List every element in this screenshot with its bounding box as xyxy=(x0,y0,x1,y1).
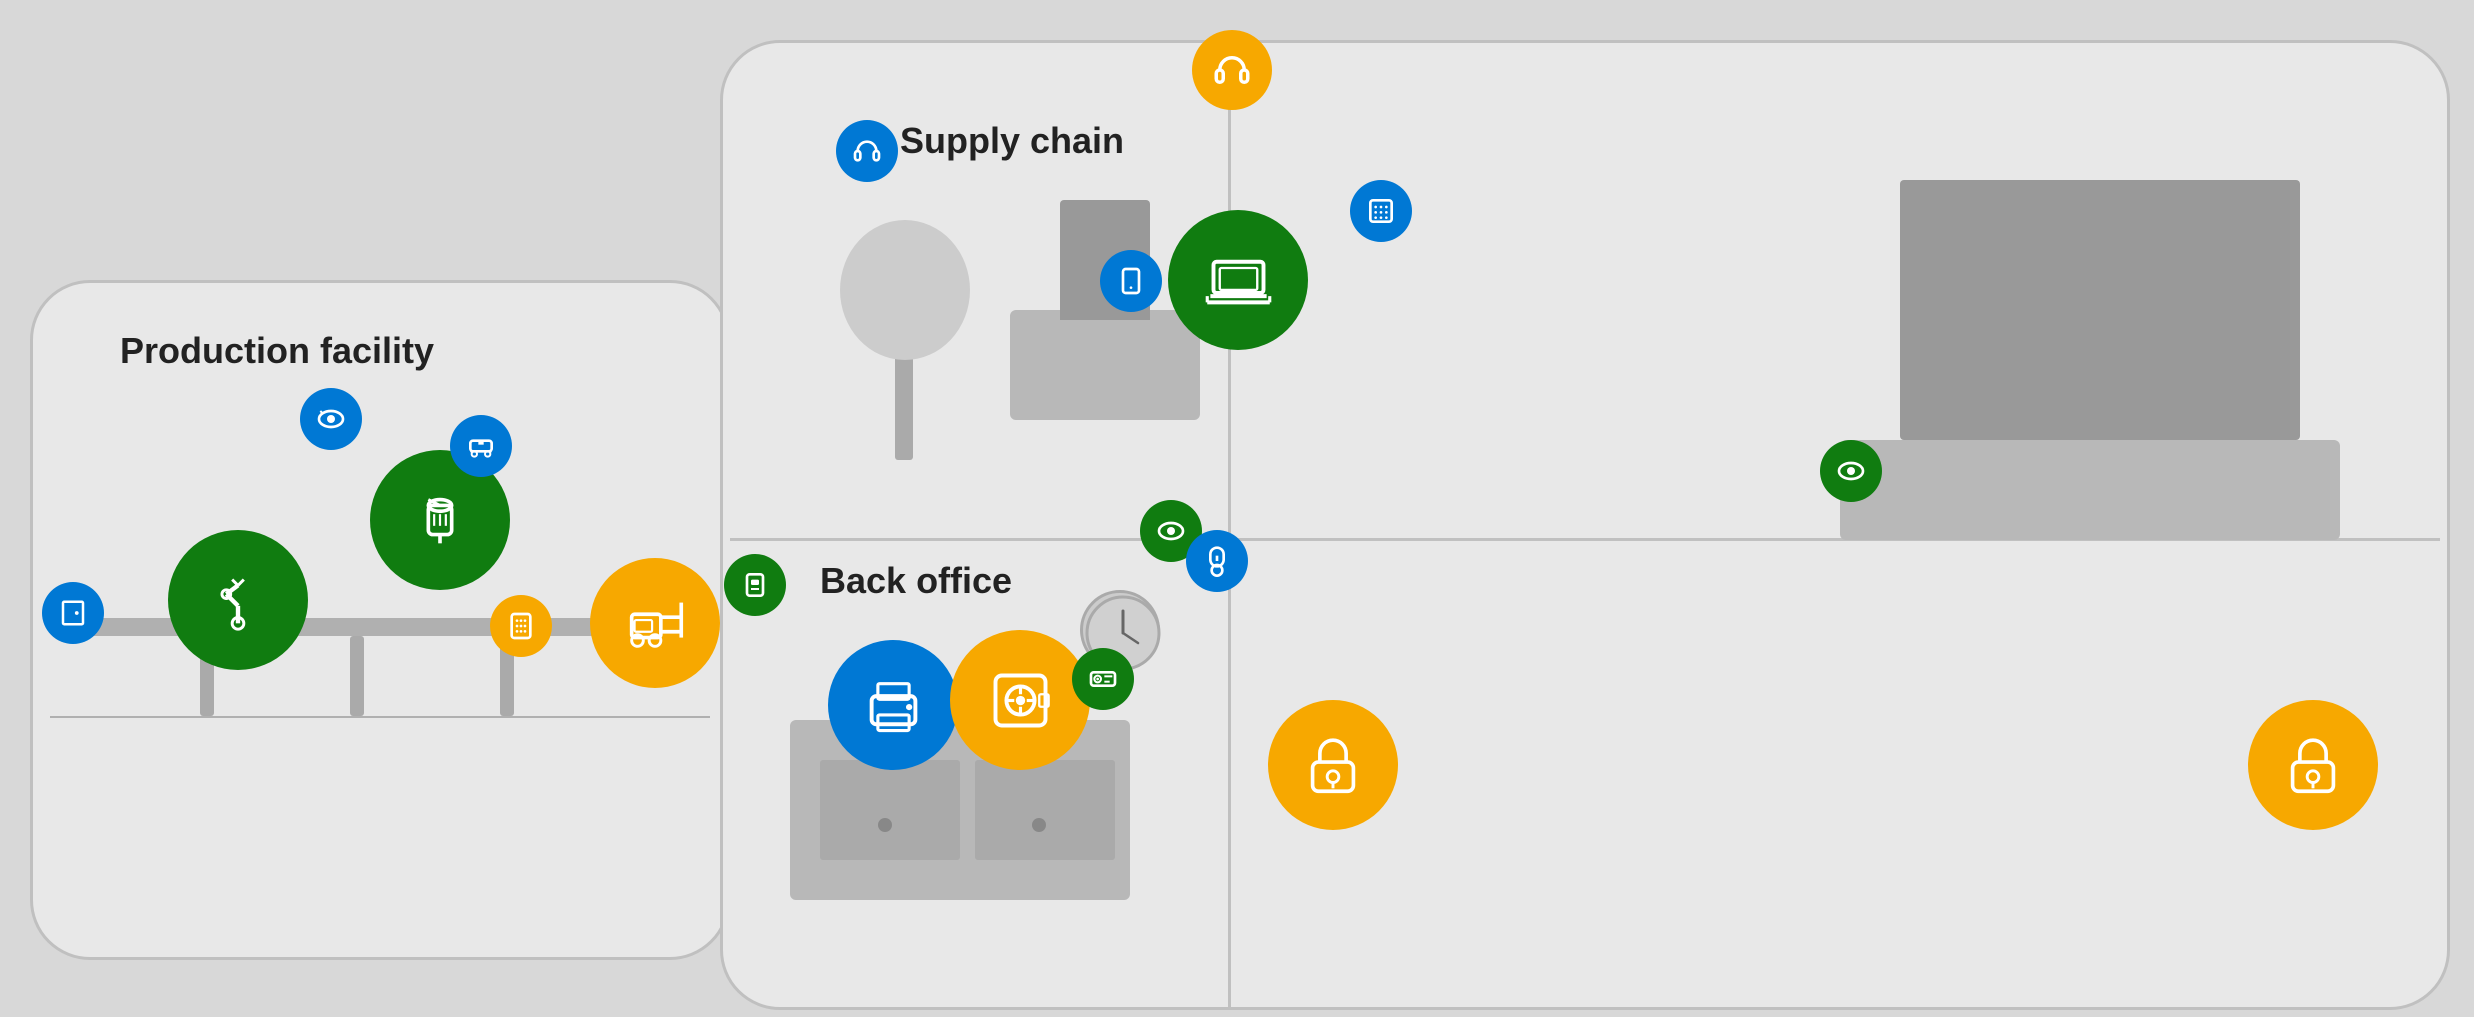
printer-icon xyxy=(828,640,958,770)
headset-icon xyxy=(836,120,898,182)
keypad-production-icon xyxy=(490,595,552,657)
supply-chain-label: Supply chain xyxy=(900,120,1124,162)
forklift-icon xyxy=(590,558,720,688)
door-panel-icon xyxy=(42,582,104,644)
lock-far-right-icon xyxy=(2248,700,2378,830)
conveyor-belt xyxy=(80,618,640,636)
conveyor-machine-icon xyxy=(450,415,512,477)
supply-chain-desk xyxy=(1010,310,1200,420)
tree-top xyxy=(840,220,970,360)
laptop-icon xyxy=(1168,210,1308,350)
lock-icon xyxy=(1268,700,1398,830)
access-control-icon xyxy=(724,554,786,616)
production-facility-label: Production facility xyxy=(120,330,434,372)
thermostat-icon xyxy=(1186,530,1248,592)
security-camera-icon xyxy=(300,388,362,450)
support-column xyxy=(350,636,364,716)
security-camera-right-icon xyxy=(1820,440,1882,502)
floor-line xyxy=(50,716,710,718)
back-office-label: Back office xyxy=(820,560,1012,602)
cabinet-knob xyxy=(878,818,892,832)
safe-icon xyxy=(950,630,1090,770)
cabinet-door-right xyxy=(975,760,1115,860)
far-right-desk xyxy=(1840,440,2340,540)
v-divider xyxy=(1228,40,1231,1010)
large-monitor xyxy=(1900,180,2300,440)
cabinet-knob xyxy=(1032,818,1046,832)
robot-arm-icon xyxy=(168,530,308,670)
phone-system-icon xyxy=(1350,180,1412,242)
headset-yellow-icon xyxy=(1192,30,1272,110)
cabinet-door-left xyxy=(820,760,960,860)
dvr-icon xyxy=(1072,648,1134,710)
mobile-phone-icon xyxy=(1100,250,1162,312)
scene: Production facility xyxy=(0,0,2474,1017)
